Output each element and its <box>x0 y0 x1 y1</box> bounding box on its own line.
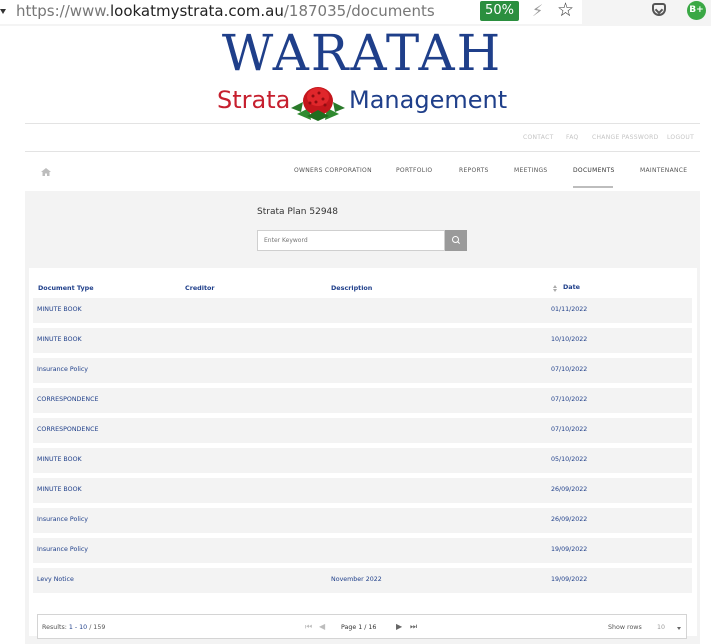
column-header-date[interactable]: Date <box>563 283 580 291</box>
table-row[interactable]: CORRESPONDENCE 07/10/2022 <box>33 388 692 413</box>
zoom-level-badge[interactable]: 50% <box>480 1 519 21</box>
column-header-description[interactable]: Description <box>331 284 372 292</box>
table-row[interactable]: Insurance Policy 26/09/2022 <box>33 508 692 533</box>
table-row[interactable]: Insurance Policy 19/09/2022 <box>33 538 692 563</box>
search-icon-handle <box>456 241 461 245</box>
nav-reports[interactable]: REPORTS <box>459 167 489 174</box>
cell-type[interactable]: MINUTE BOOK <box>37 306 82 313</box>
divider <box>25 151 700 152</box>
page-indicator: Page 1 / 16 <box>341 624 377 631</box>
table-row[interactable]: MINUTE BOOK 05/10/2022 <box>33 448 692 473</box>
url-domain: lookatmystrata.com.au <box>109 2 284 20</box>
url-text[interactable]: https://www.lookatmystrata.com.au/187035… <box>16 2 435 20</box>
logout-link[interactable]: LOGOUT <box>667 134 694 141</box>
cell-date: 07/10/2022 <box>551 396 588 403</box>
bookmark-star-icon[interactable]: ☆ <box>557 0 574 21</box>
cell-date: 19/09/2022 <box>551 546 588 553</box>
chevron-down-icon <box>677 627 681 630</box>
cell-type[interactable]: CORRESPONDENCE <box>37 426 98 433</box>
table-row[interactable]: MINUTE BOOK 01/11/2022 <box>33 298 692 323</box>
cell-date: 05/10/2022 <box>551 456 588 463</box>
cell-date: 26/09/2022 <box>551 516 588 523</box>
pagination-bar: Results: 1 - 10 / 159 ⏮ ◀ Page 1 / 16 ▶ … <box>37 614 687 639</box>
cell-type[interactable]: MINUTE BOOK <box>37 336 82 343</box>
faq-link[interactable]: FAQ <box>566 134 579 141</box>
table-row[interactable]: MINUTE BOOK 10/10/2022 <box>33 328 692 353</box>
address-bar[interactable]: https://www.lookatmystrata.com.au/187035… <box>0 0 582 24</box>
divider <box>25 123 700 124</box>
first-page-icon[interactable]: ⏮ <box>305 623 312 631</box>
table-row[interactable]: Insurance Policy 07/10/2022 <box>33 358 692 383</box>
nav-portfolio[interactable]: PORTFOLIO <box>396 167 432 174</box>
cell-description: November 2022 <box>331 576 382 583</box>
results-count: Results: 1 - 10 / 159 <box>42 624 106 631</box>
url-prefix: https://www. <box>16 2 110 20</box>
search-button[interactable] <box>445 230 467 251</box>
cell-type[interactable]: MINUTE BOOK <box>37 456 82 463</box>
logo-strata-text: Strata <box>217 86 291 114</box>
previous-page-icon[interactable]: ◀ <box>319 623 325 631</box>
active-tab-indicator <box>573 186 613 188</box>
cell-date: 07/10/2022 <box>551 426 588 433</box>
logo-title: WARATAH <box>221 24 503 82</box>
rows-per-page-select[interactable]: 10 <box>652 620 684 634</box>
nav-documents[interactable]: DOCUMENTS <box>573 167 615 174</box>
cell-date: 07/10/2022 <box>551 366 588 373</box>
cell-type[interactable]: Insurance Policy <box>37 546 88 553</box>
change-password-link[interactable]: CHANGE PASSWORD <box>592 134 659 141</box>
home-icon[interactable] <box>41 168 51 176</box>
dropdown-arrow-icon[interactable] <box>0 9 6 14</box>
waratah-flower-icon <box>291 87 345 121</box>
cell-date: 26/09/2022 <box>551 486 588 493</box>
cell-type[interactable]: MINUTE BOOK <box>37 486 82 493</box>
last-page-icon[interactable]: ⏭ <box>410 623 417 631</box>
url-path: /187035/documents <box>283 2 435 20</box>
table-row[interactable]: CORRESPONDENCE 07/10/2022 <box>33 418 692 443</box>
cell-type[interactable]: Levy Notice <box>37 576 74 583</box>
cell-date: 19/09/2022 <box>551 576 588 583</box>
nav-maintenance[interactable]: MAINTENANCE <box>640 167 687 174</box>
lightning-icon[interactable]: ⚡ <box>532 1 543 20</box>
cell-type[interactable]: CORRESPONDENCE <box>37 396 98 403</box>
keyword-search-input[interactable] <box>257 230 445 251</box>
table-row[interactable]: MINUTE BOOK 26/09/2022 <box>33 478 692 503</box>
column-header-document-type[interactable]: Document Type <box>38 284 94 292</box>
table-row[interactable]: Levy Notice November 2022 19/09/2022 <box>33 568 692 593</box>
cell-type[interactable]: Insurance Policy <box>37 516 88 523</box>
browser-toolbar: https://www.lookatmystrata.com.au/187035… <box>0 0 711 26</box>
logo-management-text: Management <box>349 86 508 114</box>
company-logo[interactable]: WARATAH Strata Management <box>217 28 508 122</box>
rows-per-page-value: 10 <box>657 624 666 631</box>
nav-owners-corporation[interactable]: OWNERS CORPORATION <box>294 167 372 174</box>
cell-type[interactable]: Insurance Policy <box>37 366 88 373</box>
page-title: Strata Plan 52948 <box>257 207 338 217</box>
show-rows-label: Show rows <box>608 624 642 631</box>
column-header-creditor[interactable]: Creditor <box>185 284 215 292</box>
sort-icon[interactable] <box>553 285 557 293</box>
next-page-icon[interactable]: ▶ <box>396 623 402 631</box>
contact-link[interactable]: CONTACT <box>523 134 554 141</box>
cell-date: 01/11/2022 <box>551 306 588 313</box>
extension-badge[interactable]: B+ <box>687 1 706 20</box>
nav-meetings[interactable]: MEETINGS <box>514 167 548 174</box>
pocket-icon[interactable] <box>652 3 666 16</box>
cell-date: 10/10/2022 <box>551 336 588 343</box>
